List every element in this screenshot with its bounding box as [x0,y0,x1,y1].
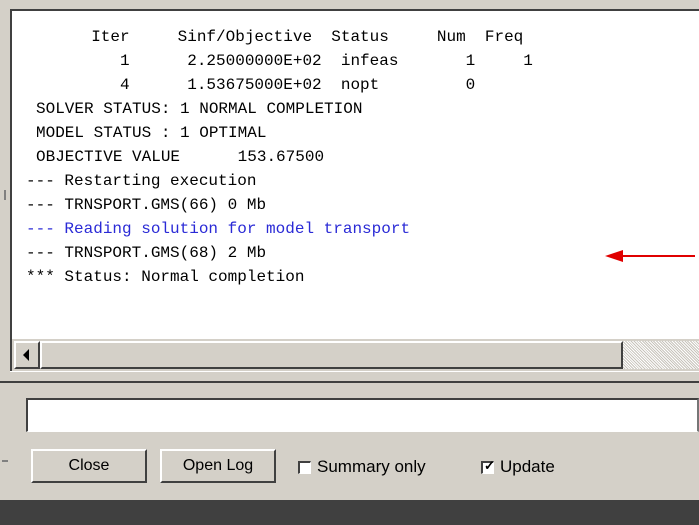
log-line: SOLVER STATUS: 1 NORMAL COMPLETION [36,100,363,118]
bottom-bar [0,500,699,525]
update-checkbox[interactable]: ✓ Update [481,457,555,476]
check-mark-icon: ✓ [484,457,495,473]
splitter-divider [0,381,699,383]
log-line: OBJECTIVE VALUE 153.67500 [36,148,325,166]
summary-only-label: Summary only [317,457,426,476]
summary-only-checkbox[interactable]: Summary only [298,457,426,476]
open-log-button[interactable]: Open Log [160,449,276,483]
log-line-highlighted: --- Reading solution for model transport [26,220,411,238]
log-line: *** Status: Normal completion [26,268,305,286]
log-line: Iter Sinf/Objective Status Num Freq [72,28,524,46]
command-input[interactable] [26,398,699,432]
edge-tick [2,460,8,462]
log-output-panel[interactable]: Iter Sinf/Objective Status Num Freq 1 2.… [10,9,699,339]
window-left-edge [0,0,10,525]
log-line: MODEL STATUS : 1 OPTIMAL [36,124,267,142]
checkbox-box[interactable] [298,460,311,474]
close-button[interactable]: Close [31,449,147,483]
left-arrow-icon [23,349,29,361]
edge-tick [4,190,6,200]
log-line: 4 1.53675000E+02 nopt 0 [72,76,476,94]
scroll-thumb[interactable] [40,341,623,369]
update-label: Update [500,457,555,476]
log-line: --- TRNSPORT.GMS(66) 0 Mb [26,196,267,214]
log-line: 1 2.25000000E+02 infeas 1 1 [72,52,533,70]
checkbox-box[interactable]: ✓ [481,457,495,474]
scroll-track[interactable] [623,341,699,369]
horizontal-scrollbar[interactable] [10,339,699,371]
scroll-left-button[interactable] [14,341,40,369]
log-line: --- Restarting execution [26,172,257,190]
window-top-strip [0,0,699,9]
log-line: --- TRNSPORT.GMS(68) 2 Mb [26,244,267,262]
red-arrow-icon [605,250,695,262]
